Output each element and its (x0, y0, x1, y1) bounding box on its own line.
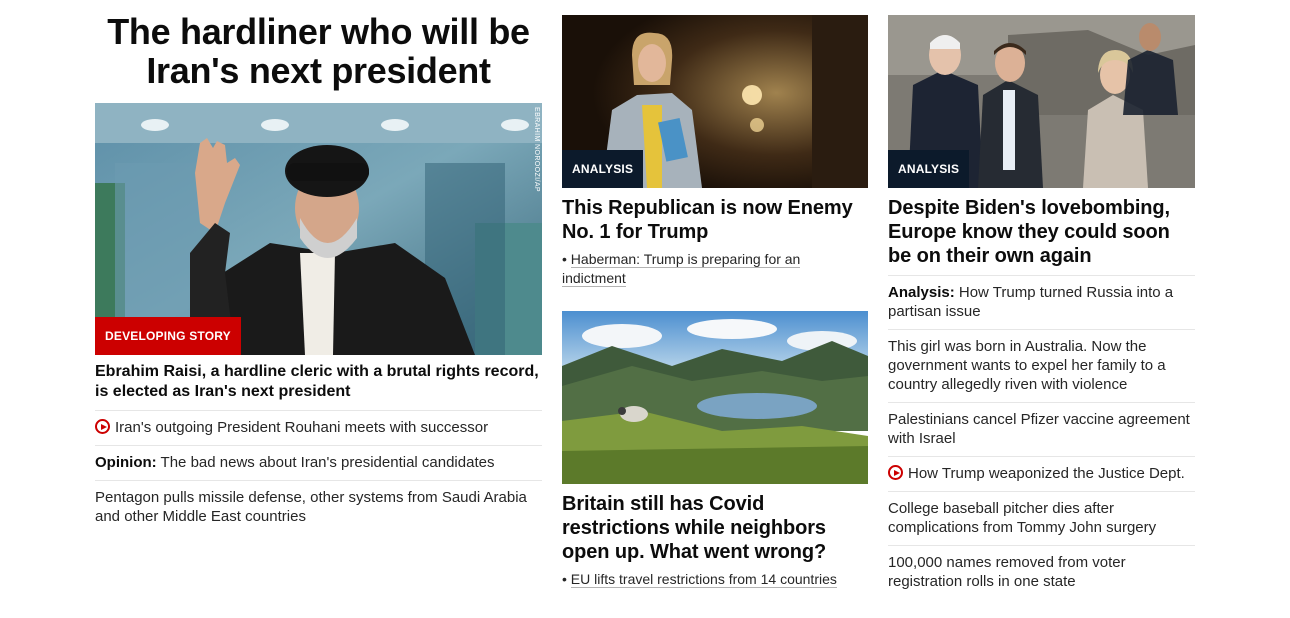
raisi-lead-headline[interactable]: Ebrahim Raisi, a hardline cleric with a … (95, 362, 542, 411)
list-item[interactable]: Palestinians cancel Pfizer vaccine agree… (888, 403, 1195, 457)
column-1: The hardliner who will be Iran's next pr… (95, 12, 542, 534)
list-item[interactable]: Opinion: The bad news about Iran's presi… (95, 446, 542, 481)
column-2: ANALYSIS This Republican is now Enemy No… (562, 15, 868, 589)
haberman-link-text[interactable]: Haberman: Trump is preparing for an indi… (562, 251, 801, 287)
developing-story-badge: DEVELOPING STORY (95, 317, 241, 355)
photo-credit: EBRAHIM NOROOZI/AP (533, 107, 540, 192)
play-icon (888, 465, 903, 480)
play-icon (95, 419, 110, 434)
bullet: • (562, 251, 567, 267)
eu-travel-link[interactable]: • EU lifts travel restrictions from 14 c… (562, 570, 868, 589)
item-text[interactable]: Pentagon pulls missile defense, other sy… (95, 489, 527, 525)
republican-headline[interactable]: This Republican is now Enemy No. 1 for T… (562, 196, 868, 244)
main-headline[interactable]: The hardliner who will be Iran's next pr… (95, 12, 542, 90)
item-text[interactable]: How Trump weaponized the Justice Dept. (908, 465, 1185, 482)
item-label-prefix: Analysis: (888, 284, 955, 301)
list-item[interactable]: Analysis: How Trump turned Russia into a… (888, 276, 1195, 330)
col3-related-list: Analysis: How Trump turned Russia into a… (888, 276, 1195, 599)
britain-photo (562, 311, 868, 484)
biden-image[interactable]: ANALYSIS (888, 15, 1195, 188)
col1-related-list: Iran's outgoing President Rouhani meets … (95, 411, 542, 534)
list-item[interactable]: Pentagon pulls missile defense, other sy… (95, 481, 542, 534)
raisi-image[interactable]: EBRAHIM NOROOZI/AP DEVELOPING STORY (95, 103, 542, 355)
bullet: • (562, 571, 567, 587)
item-text[interactable]: College baseball pitcher dies after comp… (888, 500, 1156, 536)
item-text[interactable]: Iran's outgoing President Rouhani meets … (115, 419, 488, 436)
list-item[interactable]: This girl was born in Australia. Now the… (888, 330, 1195, 403)
analysis-badge-biden: ANALYSIS (888, 150, 970, 188)
list-item[interactable]: 100,000 names removed from voter registr… (888, 546, 1195, 599)
item-text[interactable]: This girl was born in Australia. Now the… (888, 338, 1166, 393)
list-item[interactable]: How Trump weaponized the Justice Dept. (888, 457, 1195, 492)
column-3: ANALYSIS Despite Biden's lovebombing, Eu… (888, 15, 1195, 599)
list-item[interactable]: Iran's outgoing President Rouhani meets … (95, 411, 542, 446)
item-text[interactable]: Palestinians cancel Pfizer vaccine agree… (888, 411, 1190, 447)
list-item[interactable]: College baseball pitcher dies after comp… (888, 492, 1195, 546)
republican-image[interactable]: ANALYSIS (562, 15, 868, 188)
item-text[interactable]: 100,000 names removed from voter registr… (888, 554, 1126, 590)
eu-travel-link-text[interactable]: EU lifts travel restrictions from 14 cou… (570, 571, 837, 588)
biden-headline[interactable]: Despite Biden's lovebombing, Europe know… (888, 196, 1195, 276)
item-text[interactable]: The bad news about Iran's presidential c… (157, 454, 495, 471)
item-label-prefix: Opinion: (95, 454, 157, 471)
britain-headline[interactable]: Britain still has Covid restrictions whi… (562, 492, 868, 564)
analysis-badge-republican: ANALYSIS (562, 150, 644, 188)
britain-image[interactable] (562, 311, 868, 484)
haberman-link[interactable]: • Haberman: Trump is preparing for an in… (562, 250, 868, 288)
